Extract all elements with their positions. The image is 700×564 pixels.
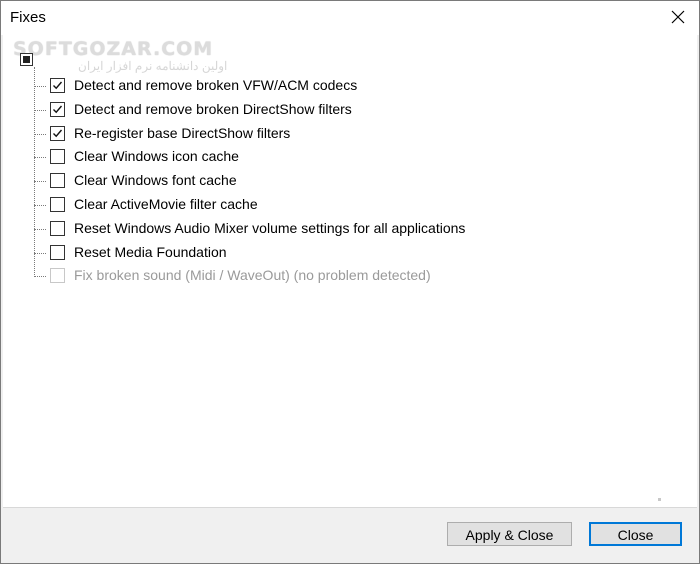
footer-divider [3, 507, 697, 508]
tree-branch-line [34, 133, 46, 135]
tree-branch-line [34, 181, 46, 183]
checkbox-unchecked [50, 268, 65, 284]
checkbox-unchecked[interactable] [50, 149, 65, 165]
tree-item-label: Detect and remove broken DirectShow filt… [74, 100, 352, 117]
tree-root-checkbox[interactable] [20, 53, 33, 66]
fixes-tree-panel: SOFTGOZAR.COM اولین دانشنامه نرم افزار ا… [3, 35, 697, 507]
window-title: Fixes [10, 9, 46, 26]
apply-close-button[interactable]: Apply & Close [447, 522, 572, 546]
tree-branch-line [34, 109, 46, 111]
title-bar: Fixes [1, 1, 699, 35]
tree-item[interactable]: Reset Windows Audio Mixer volume setting… [34, 218, 694, 240]
tree-item-label: Fix broken sound (Midi / WaveOut) (no pr… [74, 267, 431, 284]
tree-branch-line [34, 276, 46, 278]
tree-item-label: Clear Windows icon cache [74, 148, 239, 165]
resize-grip [658, 498, 661, 501]
tree-branch-line [34, 252, 46, 254]
tree-branch-line [34, 157, 46, 159]
tree-item[interactable]: Detect and remove broken DirectShow filt… [34, 99, 694, 121]
checkbox-unchecked[interactable] [50, 197, 65, 212]
checkbox-checked[interactable] [50, 78, 65, 93]
watermark-logo: SOFTGOZAR.COM [13, 38, 214, 60]
checkbox-unchecked[interactable] [50, 220, 65, 236]
fixes-dialog: Fixes SOFTGOZAR.COM اولین دانشنامه نرم ا… [0, 0, 700, 564]
tree-item-label: Re-register base DirectShow filters [74, 124, 291, 141]
tree-item-label: Clear ActiveMovie filter cache [74, 196, 258, 212]
tree-item[interactable]: Clear ActiveMovie filter cache [34, 194, 694, 216]
tree-item-label: Clear Windows font cache [74, 172, 237, 189]
tree-branch-line [34, 86, 46, 87]
tree-item[interactable]: Clear Windows font cache [34, 170, 694, 192]
close-x-icon[interactable] [667, 6, 689, 28]
tree-item-label: Reset Windows Audio Mixer volume setting… [74, 219, 466, 236]
close-button[interactable]: Close [589, 522, 682, 546]
tree-item[interactable]: Detect and remove broken VFW/ACM codecs [34, 75, 694, 97]
tree-item[interactable]: Reset Media Foundation [34, 242, 694, 264]
tree-branch-line [34, 228, 46, 230]
checkbox-checked[interactable] [50, 125, 65, 141]
checkbox-checked[interactable] [50, 101, 65, 117]
tree-item[interactable]: Re-register base DirectShow filters [34, 123, 694, 145]
checkbox-unchecked[interactable] [50, 244, 65, 260]
watermark-subtext: اولین دانشنامه نرم افزار ایران [78, 59, 228, 73]
checkbox-unchecked[interactable] [50, 173, 65, 189]
tree-item[interactable]: Clear Windows icon cache [34, 146, 694, 168]
tree-branch-line [34, 205, 46, 206]
tree-item: Fix broken sound (Midi / WaveOut) (no pr… [34, 265, 694, 287]
tree-item-label: Reset Media Foundation [74, 243, 227, 260]
tree-item-label: Detect and remove broken VFW/ACM codecs [74, 77, 358, 93]
